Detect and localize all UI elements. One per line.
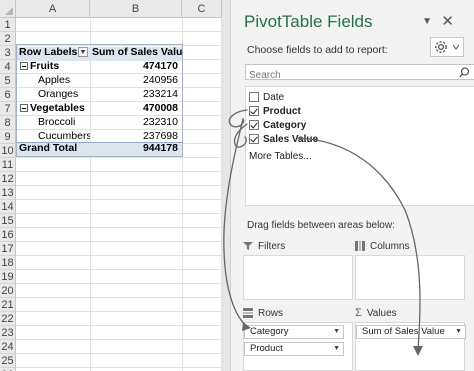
row-header[interactable]: 21 (0, 298, 16, 312)
column-header-b[interactable]: B (90, 0, 182, 18)
field-item-category[interactable]: Category (249, 118, 306, 132)
row-header[interactable]: 9 (0, 130, 16, 144)
rows-area-header: Rows (243, 305, 283, 321)
dropdown-icon[interactable]: ▼ (333, 343, 340, 355)
tools-button[interactable] (430, 37, 464, 57)
dropdown-icon[interactable]: ▼ (333, 326, 340, 338)
row-header[interactable]: 4 (0, 60, 16, 74)
row-header[interactable]: 22 (0, 312, 16, 326)
search-icon (459, 67, 470, 78)
filter-icon (243, 242, 253, 250)
collapse-vegetables-button[interactable] (20, 104, 28, 112)
row-header[interactable]: 6 (0, 88, 16, 102)
choose-fields-label: Choose fields to add to report: (247, 44, 388, 56)
row-header[interactable]: 2 (0, 32, 16, 46)
row-header[interactable]: 19 (0, 270, 16, 284)
row-header[interactable]: 24 (0, 340, 16, 354)
rows-icon (243, 308, 253, 318)
values-area-header: Σ Values (355, 305, 397, 321)
row-header[interactable]: 23 (0, 326, 16, 340)
values-drop-area[interactable]: Sum of Sales Value ▼ (355, 322, 466, 371)
dropdown-icon[interactable]: ▼ (455, 326, 462, 338)
checkbox-icon[interactable] (249, 134, 259, 144)
rows-drop-area[interactable]: Category ▼ Product ▼ (243, 322, 353, 371)
columns-label: Columns (370, 240, 410, 252)
pivottable-fields-pane: PivotTable Fields ▼ ✕ Choose fields to a… (230, 0, 474, 371)
row-labels-filter-dropdown[interactable]: ▼ (78, 47, 88, 57)
filters-label: Filters (258, 240, 286, 252)
field-label: Product (263, 105, 301, 117)
grand-total-label: Grand Total (19, 142, 78, 154)
field-label: Category (263, 119, 307, 131)
close-icon[interactable]: ✕ (441, 12, 454, 30)
columns-drop-area[interactable] (355, 255, 465, 300)
row-header[interactable]: 10 (0, 144, 16, 158)
field-search-box[interactable] (245, 64, 474, 83)
row-header[interactable]: 16 (0, 228, 16, 242)
row-header[interactable]: 12 (0, 172, 16, 186)
filters-area-header: Filters (243, 238, 285, 254)
checkbox-icon[interactable] (249, 92, 259, 102)
values-label: Values (366, 307, 397, 319)
rows-item-product[interactable]: Product ▼ (244, 342, 344, 356)
row-header[interactable]: 8 (0, 116, 16, 130)
column-header-a[interactable]: A (16, 0, 90, 18)
search-input[interactable] (246, 68, 446, 83)
pane-title: PivotTable Fields (244, 12, 373, 31)
row-header[interactable]: 25 (0, 354, 16, 368)
field-item-date[interactable]: Date (249, 90, 284, 104)
field-label: Sales Value (263, 133, 319, 145)
rows-label: Rows (258, 307, 284, 319)
pill-label: Sum of Sales Value (362, 326, 445, 337)
values-item-sum-sales[interactable]: Sum of Sales Value ▼ (356, 325, 466, 339)
panel-splitter[interactable] (222, 0, 230, 371)
more-tables-link[interactable]: More Tables... (249, 151, 312, 162)
gear-icon (435, 41, 460, 53)
columns-area-header: Columns (355, 238, 409, 254)
sigma-icon: Σ (355, 307, 362, 319)
drag-fields-label: Drag fields between areas below: (247, 220, 395, 231)
pill-label: Category (250, 326, 289, 337)
field-item-product[interactable]: Product (249, 104, 301, 118)
field-list: Date Product Category Sales Value More T… (245, 86, 474, 206)
field-item-sales-value[interactable]: Sales Value (249, 132, 318, 146)
row-header[interactable]: 11 (0, 158, 16, 172)
collapse-fruits-button[interactable] (20, 62, 28, 70)
spreadsheet-grid[interactable]: A B C 1 2 3 4 5 6 7 8 9 10 11 12 13 14 15 16 17 18 19 20 21 2… (0, 0, 222, 371)
rows-item-category[interactable]: Category ▼ (244, 325, 344, 339)
dropdown-icon[interactable]: ▼ (422, 16, 432, 27)
grand-total-value: 944178 (142, 142, 178, 154)
row-header[interactable]: 18 (0, 256, 16, 270)
select-all-corner[interactable] (0, 0, 16, 18)
row-header[interactable]: 1 (0, 18, 16, 32)
filters-drop-area[interactable] (243, 255, 353, 300)
row-header[interactable]: 13 (0, 186, 16, 200)
row-header[interactable]: 20 (0, 284, 16, 298)
row-header[interactable]: 3 (0, 46, 16, 60)
row-header[interactable]: 5 (0, 74, 16, 88)
checkbox-icon[interactable] (249, 120, 259, 130)
pill-label: Product (250, 343, 283, 354)
row-header[interactable]: 7 (0, 102, 16, 116)
columns-icon (355, 241, 365, 251)
row-header[interactable]: 15 (0, 214, 16, 228)
row-header[interactable]: 14 (0, 200, 16, 214)
field-label: Date (263, 91, 285, 103)
column-header-c[interactable]: C (182, 0, 222, 18)
checkbox-icon[interactable] (249, 106, 259, 116)
row-header[interactable]: 17 (0, 242, 16, 256)
